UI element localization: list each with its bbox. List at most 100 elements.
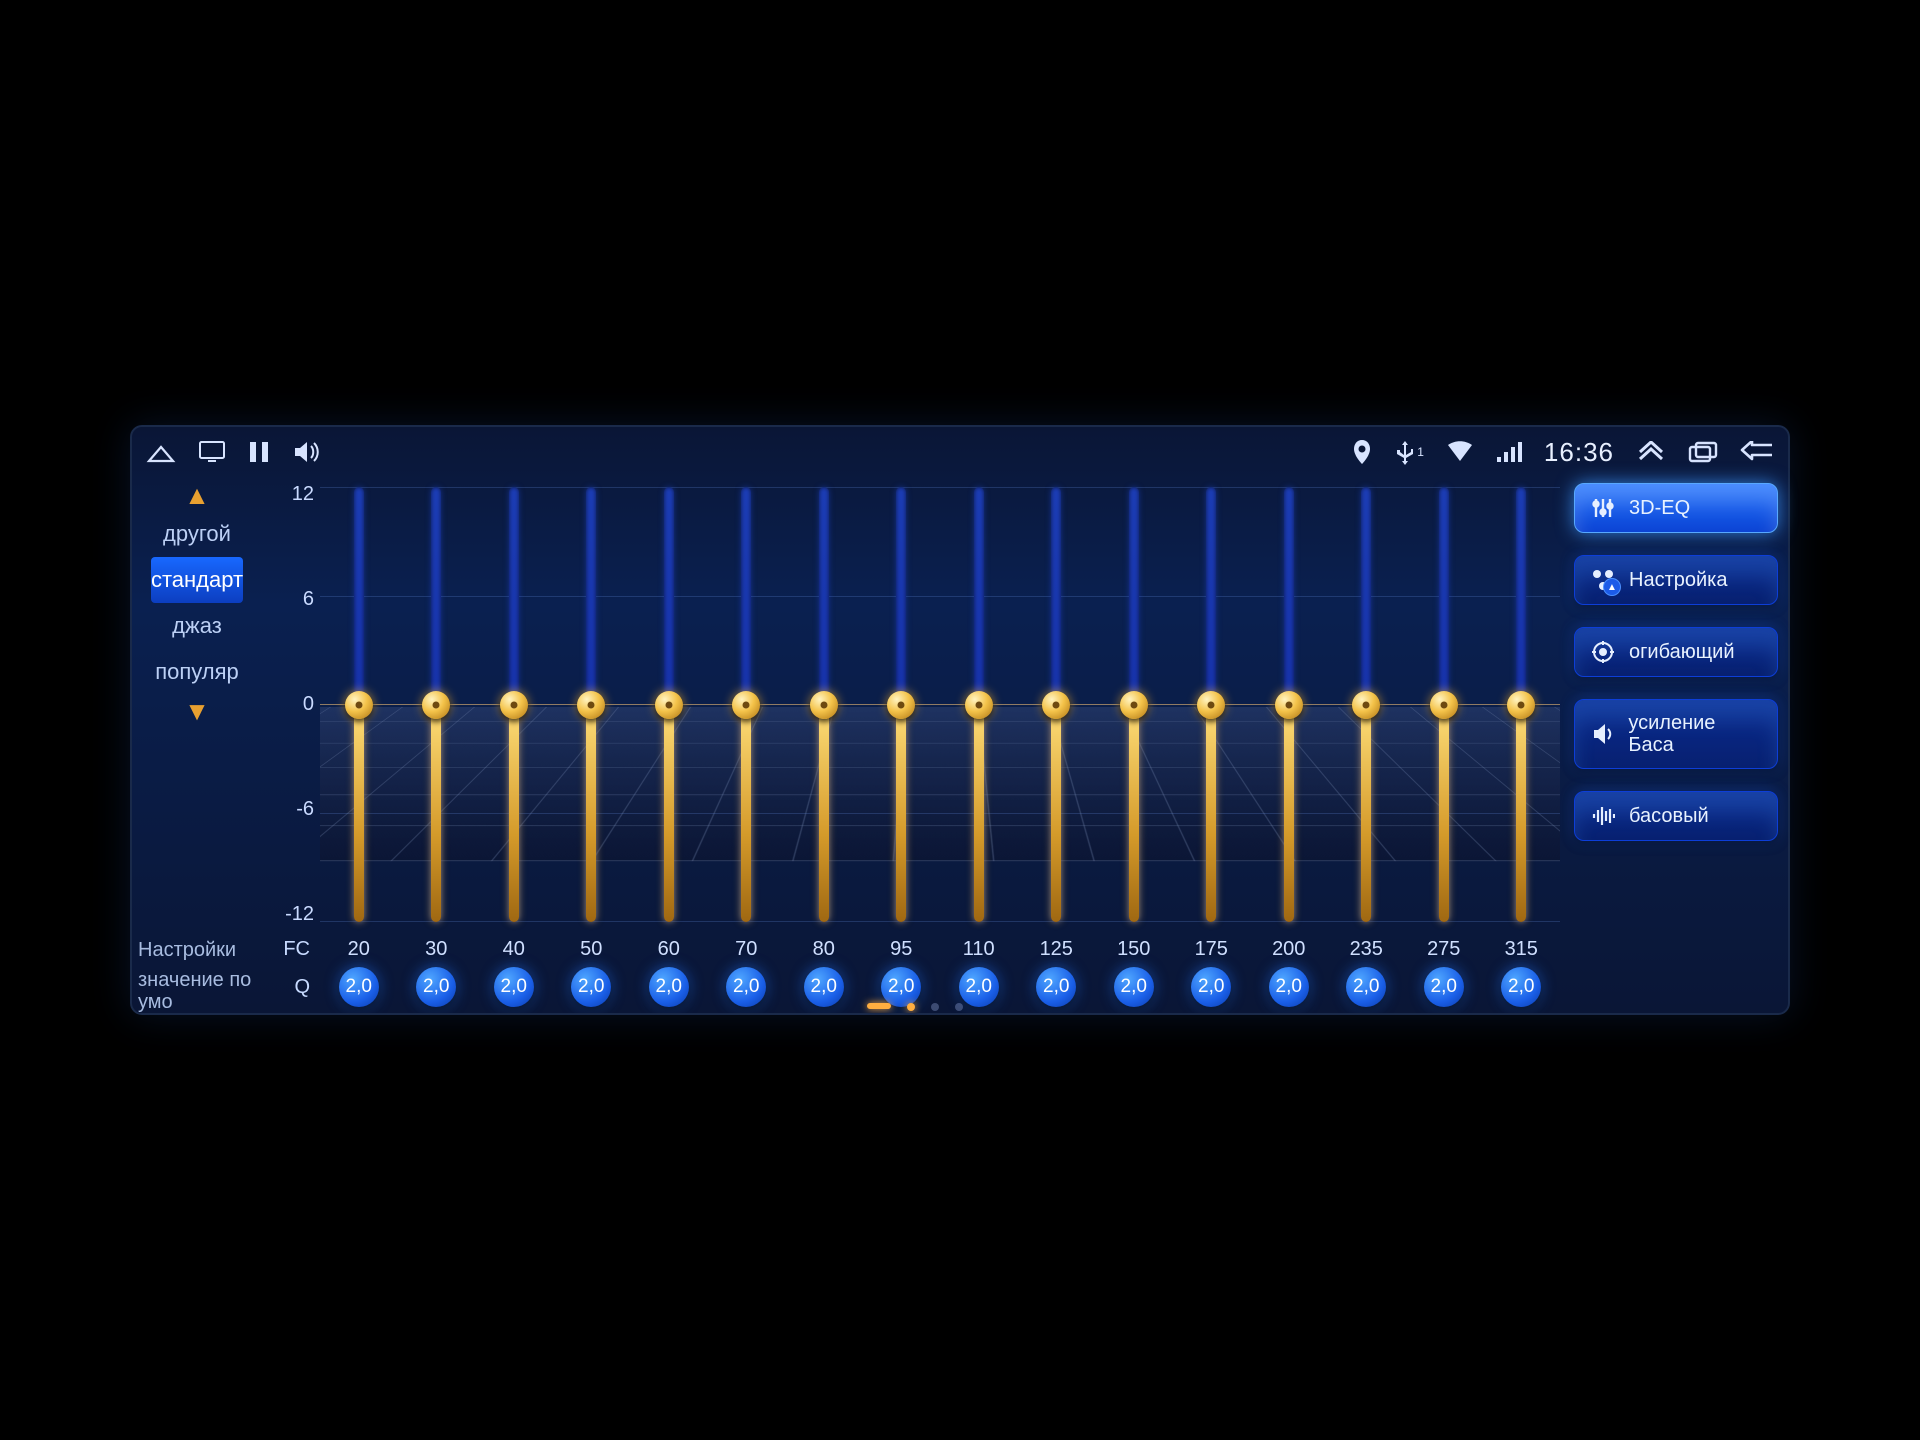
back-icon[interactable]: [1740, 441, 1774, 463]
eq-slider[interactable]: [1361, 487, 1371, 922]
q-value[interactable]: 2,0: [339, 967, 379, 1007]
slider-knob[interactable]: [965, 691, 993, 719]
slider-knob[interactable]: [887, 691, 915, 719]
eq-slider[interactable]: [741, 487, 751, 922]
eq-slider[interactable]: [509, 487, 519, 922]
home-icon[interactable]: [146, 441, 176, 463]
target-icon: [1589, 640, 1617, 664]
nav-overlay-icon: ▲: [1603, 578, 1621, 596]
y-tick: 12: [292, 483, 314, 506]
fc-value: 30: [416, 938, 456, 961]
usb-icon: 1: [1394, 439, 1424, 465]
eq-slider[interactable]: [1284, 487, 1294, 922]
scroll-up-icon[interactable]: ▲: [184, 481, 210, 509]
slider-knob[interactable]: [655, 691, 683, 719]
bass-button[interactable]: басовый: [1574, 791, 1778, 841]
surround-button[interactable]: огибающий: [1574, 627, 1778, 677]
button-label: усиление Баса: [1628, 712, 1763, 756]
eq-slider[interactable]: [1516, 487, 1526, 922]
bassboost-button[interactable]: усиление Баса: [1574, 699, 1778, 769]
q-value[interactable]: 2,0: [1269, 967, 1309, 1007]
eq-slider[interactable]: [1439, 487, 1449, 922]
q-value[interactable]: 2,0: [804, 967, 844, 1007]
slider-knob[interactable]: [1430, 691, 1458, 719]
signal-icon: [1496, 441, 1522, 463]
button-label: 3D-EQ: [1629, 497, 1690, 519]
q-value[interactable]: 2,0: [1346, 967, 1386, 1007]
fc-value: 200: [1269, 938, 1309, 961]
q-value[interactable]: 2,0: [494, 967, 534, 1007]
q-value[interactable]: 2,0: [1501, 967, 1541, 1007]
y-tick: 6: [303, 588, 314, 611]
q-value[interactable]: 2,0: [1424, 967, 1464, 1007]
slider-knob[interactable]: [1507, 691, 1535, 719]
slider-knob[interactable]: [732, 691, 760, 719]
slider-knob[interactable]: [345, 691, 373, 719]
preset-item[interactable]: джаз: [151, 603, 243, 649]
recent-apps-icon[interactable]: [1688, 441, 1718, 463]
fc-value: 125: [1036, 938, 1076, 961]
q-value[interactable]: 2,0: [571, 967, 611, 1007]
preset-item[interactable]: стандарт: [151, 557, 243, 603]
q-value[interactable]: 2,0: [416, 967, 456, 1007]
tuning-button[interactable]: ▲ Настройка: [1574, 555, 1778, 605]
sliders-icon: [1589, 496, 1617, 520]
3d-eq-button[interactable]: 3D-EQ: [1574, 483, 1778, 533]
eq-slider[interactable]: [974, 487, 984, 922]
clock: 16:36: [1544, 437, 1614, 468]
q-value[interactable]: 2,0: [1191, 967, 1231, 1007]
q-value[interactable]: 2,0: [726, 967, 766, 1007]
slider-knob[interactable]: [1120, 691, 1148, 719]
fc-value: 20: [339, 938, 379, 961]
q-value[interactable]: 2,0: [1114, 967, 1154, 1007]
y-tick: 0: [303, 693, 314, 716]
pause-icon[interactable]: [248, 440, 270, 464]
fc-value: 110: [959, 938, 999, 961]
scroll-down-icon[interactable]: ▼: [184, 697, 210, 725]
volume-icon[interactable]: [292, 440, 320, 464]
q-value[interactable]: 2,0: [649, 967, 689, 1007]
slider-knob[interactable]: [577, 691, 605, 719]
button-label: огибающий: [1629, 641, 1735, 663]
slider-knob[interactable]: [1197, 691, 1225, 719]
eq-slider[interactable]: [1206, 487, 1216, 922]
wifi-icon: [1446, 441, 1474, 463]
fc-value: 80: [804, 938, 844, 961]
eq-slider[interactable]: [1051, 487, 1061, 922]
wave-icon: [1589, 804, 1617, 828]
monitor-icon[interactable]: [198, 440, 226, 464]
q-value[interactable]: 2,0: [881, 967, 921, 1007]
button-label: Настройка: [1629, 569, 1727, 591]
eq-sliders: [320, 477, 1560, 936]
eq-area: 1260-6-12 FC 203040506070809511012515017…: [262, 477, 1568, 1013]
fc-value: 275: [1424, 938, 1464, 961]
collapse-up-icon[interactable]: [1636, 441, 1666, 463]
location-icon[interactable]: [1352, 439, 1372, 465]
slider-knob[interactable]: [1275, 691, 1303, 719]
statusbar: 1 16:36: [132, 427, 1788, 477]
slider-knob[interactable]: [810, 691, 838, 719]
preset-item[interactable]: популяр: [151, 649, 243, 695]
eq-slider[interactable]: [354, 487, 364, 922]
eq-slider[interactable]: [664, 487, 674, 922]
slider-knob[interactable]: [1042, 691, 1070, 719]
settings-label[interactable]: Настройки: [132, 933, 262, 961]
eq-screen: 1 16:36 ▲ другойстандартджазпопуля: [130, 425, 1790, 1015]
preset-item[interactable]: другой: [151, 511, 243, 557]
slider-knob[interactable]: [500, 691, 528, 719]
slider-knob[interactable]: [1352, 691, 1380, 719]
eq-slider[interactable]: [431, 487, 441, 922]
eq-slider[interactable]: [1129, 487, 1139, 922]
eq-slider[interactable]: [819, 487, 829, 922]
mode-sidebar: 3D-EQ ▲ Настройка огибающий усиление Баса бас…: [1568, 477, 1788, 1013]
q-row-label: Q: [270, 976, 320, 999]
preset-sidebar: ▲ другойстандартджазпопуляр ▼ Настройки …: [132, 477, 262, 1013]
q-value[interactable]: 2,0: [1036, 967, 1076, 1007]
eq-slider[interactable]: [586, 487, 596, 922]
default-value-label[interactable]: значение по умо: [132, 963, 262, 1013]
slider-knob[interactable]: [422, 691, 450, 719]
fc-value: 40: [494, 938, 534, 961]
speaker-icon: [1589, 722, 1616, 746]
q-value[interactable]: 2,0: [959, 967, 999, 1007]
eq-slider[interactable]: [896, 487, 906, 922]
